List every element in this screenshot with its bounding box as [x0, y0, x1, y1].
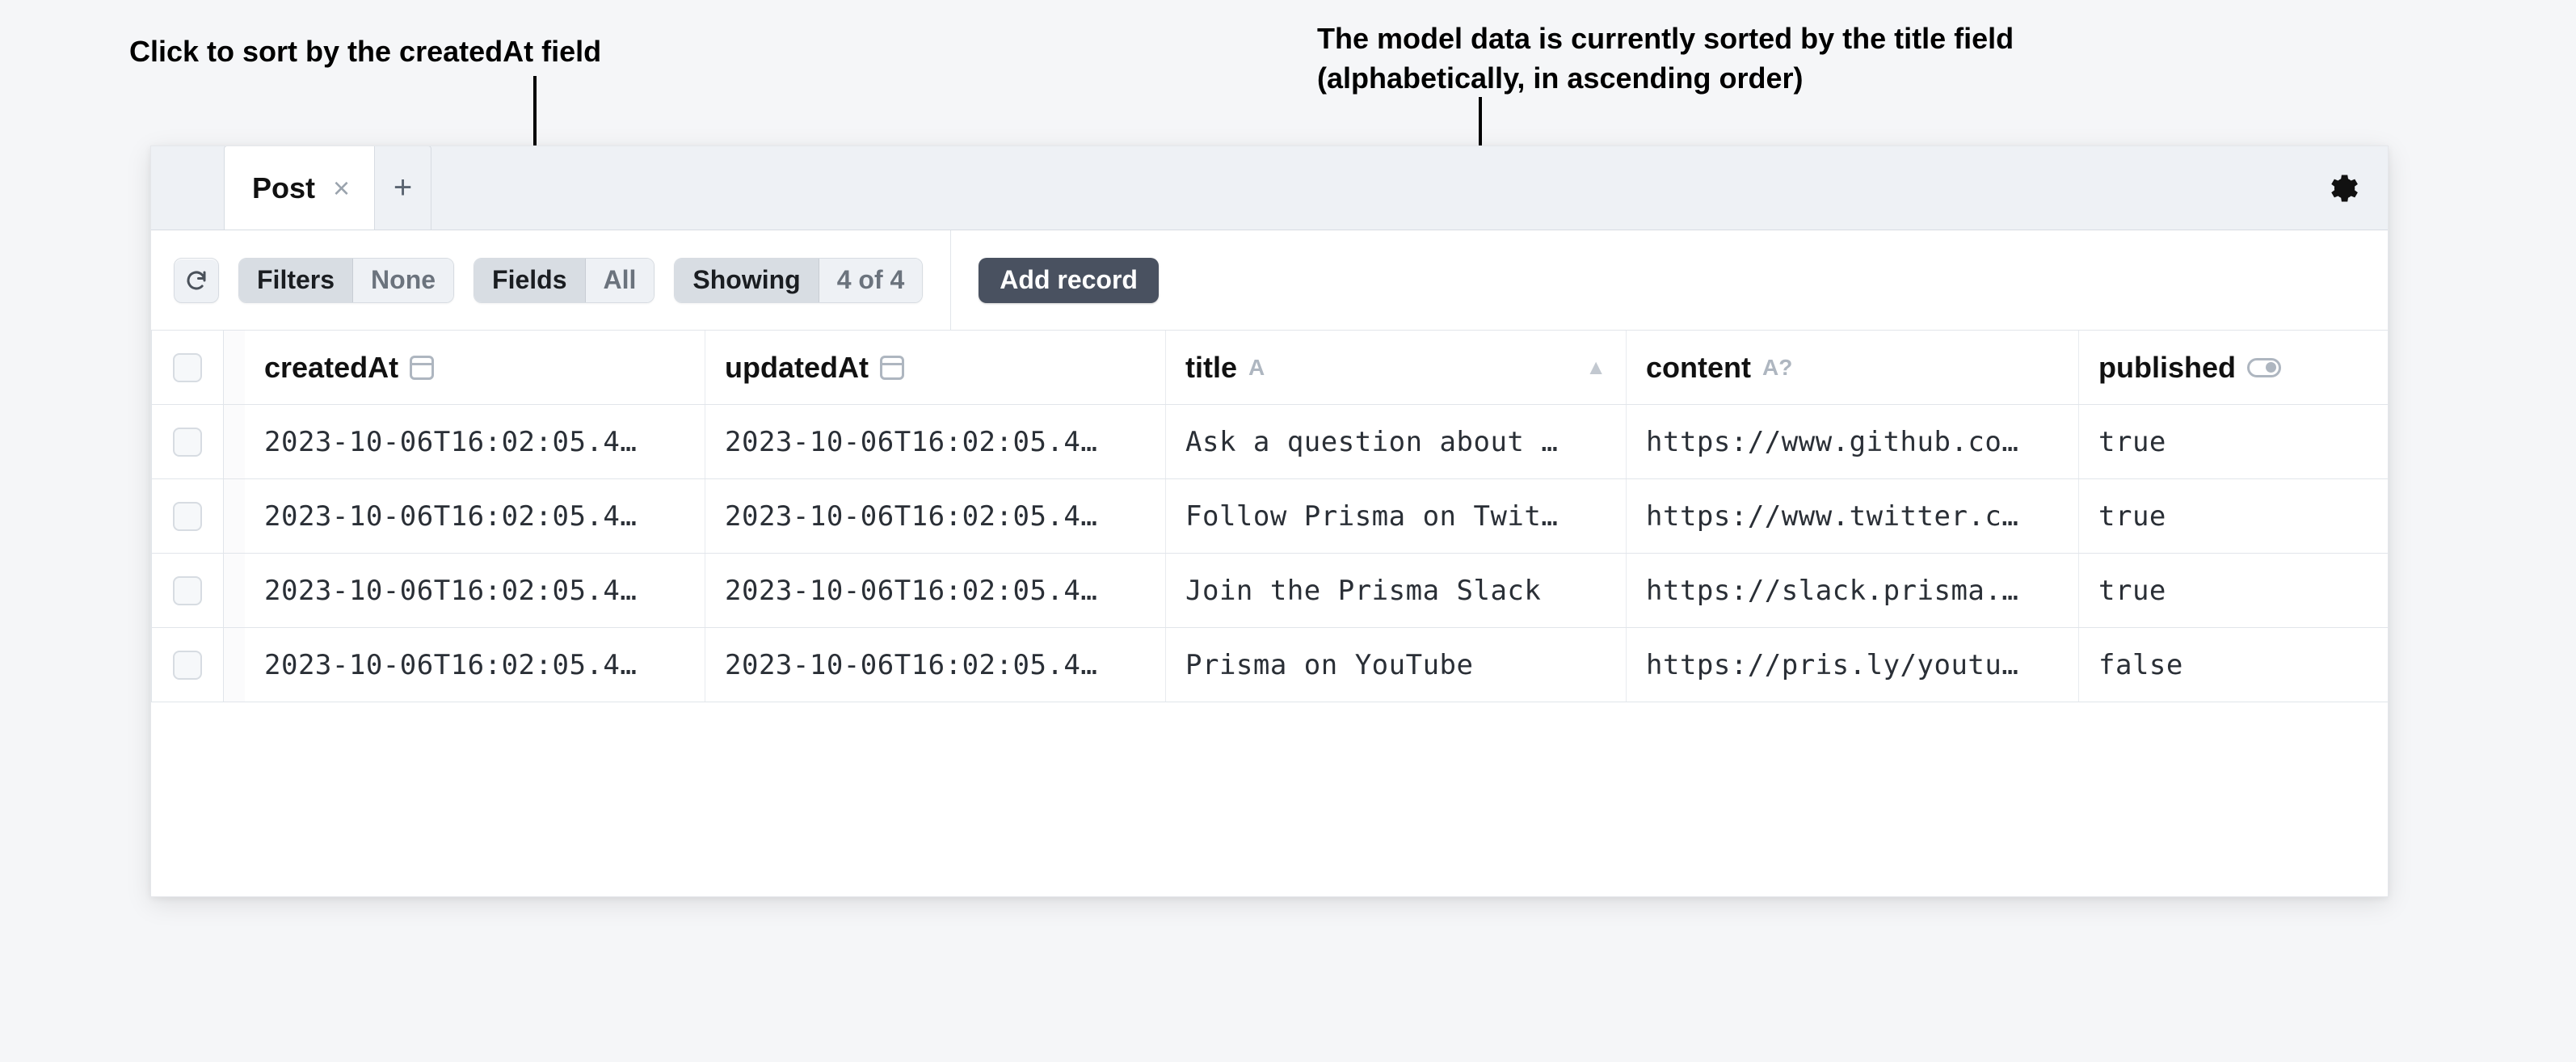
column-header-updatedat[interactable]: updatedAt: [705, 331, 1166, 404]
fields-label: Fields: [474, 259, 585, 302]
filters-pill[interactable]: Filters None: [238, 258, 454, 303]
close-icon[interactable]: ×: [333, 174, 350, 203]
column-label: content: [1646, 351, 1751, 385]
column-label: createdAt: [264, 351, 398, 385]
cell-title[interactable]: Follow Prisma on Twit…: [1166, 479, 1627, 553]
refresh-icon: [184, 268, 208, 293]
toolbar: Filters None Fields All Showing 4 of 4 A…: [151, 230, 2388, 331]
string-type-icon: A: [1248, 355, 1265, 381]
row-select-checkbox[interactable]: [173, 651, 202, 680]
toolbar-separator: [950, 230, 951, 331]
cell-published[interactable]: true: [2079, 554, 2370, 627]
cell-updatedat[interactable]: 2023-10-06T16:02:05.4…: [705, 479, 1166, 553]
tab-label: Post: [252, 171, 315, 205]
cell-updatedat[interactable]: 2023-10-06T16:02:05.4…: [705, 554, 1166, 627]
cell-title[interactable]: Join the Prisma Slack: [1166, 554, 1627, 627]
fields-pill[interactable]: Fields All: [474, 258, 655, 303]
row-select-checkbox[interactable]: [173, 428, 202, 457]
add-tab-button[interactable]: +: [375, 145, 431, 230]
drag-gutter: [224, 628, 245, 702]
table-row[interactable]: 2023-10-06T16:02:05.4… 2023-10-06T16:02:…: [151, 628, 2388, 702]
annotation-left: Click to sort by the createdAt field: [129, 32, 601, 72]
select-all-cell: [151, 331, 224, 404]
tab-post[interactable]: Post ×: [224, 145, 375, 230]
column-label: updatedAt: [725, 351, 869, 385]
cell-published[interactable]: true: [2079, 479, 2370, 553]
cell-published[interactable]: false: [2079, 628, 2370, 702]
column-header-content[interactable]: content A?: [1627, 331, 2079, 404]
data-studio-window: Post × + Filters None Fields All Showing: [150, 145, 2389, 897]
cell-createdat[interactable]: 2023-10-06T16:02:05.4…: [245, 479, 705, 553]
row-select-checkbox[interactable]: [173, 576, 202, 605]
cell-content[interactable]: https://slack.prisma.…: [1627, 554, 2079, 627]
row-select-cell: [151, 628, 224, 702]
cell-createdat[interactable]: 2023-10-06T16:02:05.4…: [245, 628, 705, 702]
cell-content[interactable]: https://www.twitter.c…: [1627, 479, 2079, 553]
showing-value: 4 of 4: [819, 259, 923, 302]
cell-createdat[interactable]: 2023-10-06T16:02:05.4…: [245, 554, 705, 627]
cell-updatedat[interactable]: 2023-10-06T16:02:05.4…: [705, 628, 1166, 702]
column-header-published[interactable]: published: [2079, 331, 2370, 404]
filters-value: None: [353, 259, 453, 302]
column-label: published: [2098, 351, 2236, 385]
column-header-createdat[interactable]: createdAt: [245, 331, 705, 404]
annotation-right: The model data is currently sorted by th…: [1317, 19, 2206, 98]
row-select-checkbox[interactable]: [173, 502, 202, 531]
header-row: createdAt updatedAt title A ▲ content A?…: [151, 331, 2388, 405]
select-all-checkbox[interactable]: [173, 353, 202, 382]
drag-gutter: [224, 331, 245, 404]
drag-gutter: [224, 479, 245, 553]
row-select-cell: [151, 554, 224, 627]
table-row[interactable]: 2023-10-06T16:02:05.4… 2023-10-06T16:02:…: [151, 554, 2388, 628]
row-select-cell: [151, 405, 224, 478]
gear-icon: [2323, 171, 2359, 206]
add-record-button[interactable]: Add record: [979, 258, 1159, 303]
drag-gutter: [224, 554, 245, 627]
cell-title[interactable]: Ask a question about …: [1166, 405, 1627, 478]
fields-value: All: [586, 259, 655, 302]
datetime-icon: [880, 356, 904, 380]
refresh-button[interactable]: [174, 258, 219, 303]
cell-published[interactable]: true: [2079, 405, 2370, 478]
filters-label: Filters: [239, 259, 353, 302]
boolean-type-icon: [2247, 358, 2281, 377]
table-row[interactable]: 2023-10-06T16:02:05.4… 2023-10-06T16:02:…: [151, 405, 2388, 479]
drag-gutter: [224, 405, 245, 478]
settings-button[interactable]: [2323, 171, 2359, 206]
cell-content[interactable]: https://pris.ly/youtu…: [1627, 628, 2079, 702]
showing-pill[interactable]: Showing 4 of 4: [674, 258, 923, 303]
table-row[interactable]: 2023-10-06T16:02:05.4… 2023-10-06T16:02:…: [151, 479, 2388, 554]
cell-createdat[interactable]: 2023-10-06T16:02:05.4…: [245, 405, 705, 478]
plus-icon: +: [394, 170, 412, 206]
cell-content[interactable]: https://www.github.co…: [1627, 405, 2079, 478]
data-grid: createdAt updatedAt title A ▲ content A?…: [151, 331, 2388, 896]
column-label: title: [1185, 351, 1237, 385]
cell-title[interactable]: Prisma on YouTube: [1166, 628, 1627, 702]
column-header-title[interactable]: title A ▲: [1166, 331, 1627, 404]
sort-asc-icon: ▲: [1585, 355, 1606, 380]
datetime-icon: [410, 356, 434, 380]
showing-label: Showing: [675, 259, 819, 302]
row-select-cell: [151, 479, 224, 553]
nullable-string-type-icon: A?: [1762, 355, 1792, 381]
cell-updatedat[interactable]: 2023-10-06T16:02:05.4…: [705, 405, 1166, 478]
tab-bar: Post × +: [151, 146, 2388, 230]
